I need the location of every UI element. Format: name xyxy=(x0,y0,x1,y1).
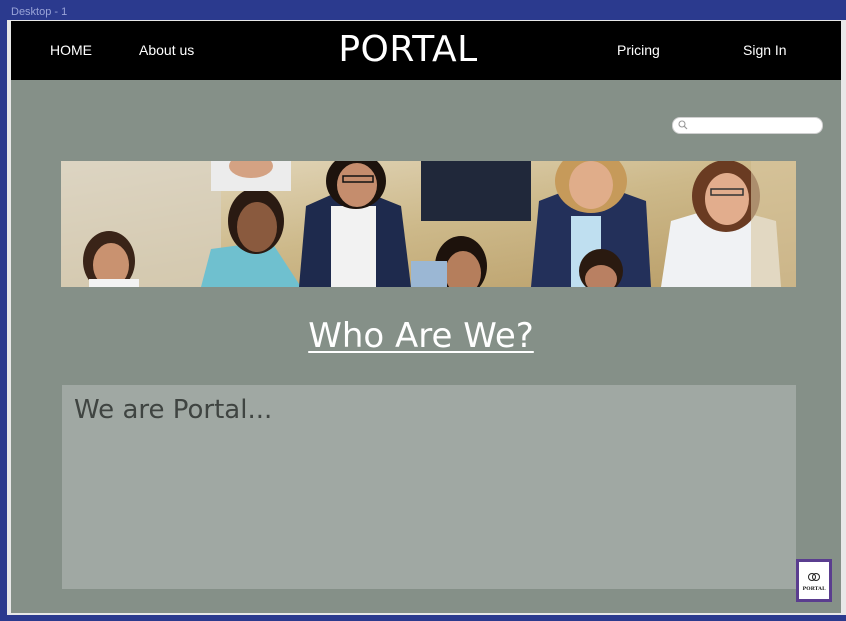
portal-logo-icon xyxy=(808,573,820,581)
brand-logo-text[interactable]: PORTAL xyxy=(311,21,505,80)
nav-home-link[interactable]: HOME xyxy=(50,21,92,80)
badge-label: PORTAL xyxy=(802,586,826,592)
search-icon xyxy=(678,120,688,130)
badge-logo: PORTAL xyxy=(799,562,829,599)
portal-page: HOME About us PORTAL Pricing Sign In Who… xyxy=(11,21,841,613)
about-body-text: We are Portal... xyxy=(74,395,273,425)
navbar: HOME About us PORTAL Pricing Sign In xyxy=(11,21,841,80)
portal-badge[interactable]: PORTAL xyxy=(796,559,832,602)
nav-about-link[interactable]: About us xyxy=(139,21,194,80)
section-heading[interactable]: Who Are We? xyxy=(11,316,831,356)
banner-image xyxy=(61,161,796,287)
students-photo xyxy=(61,161,796,287)
nav-pricing-link[interactable]: Pricing xyxy=(617,21,660,80)
nav-signin-link[interactable]: Sign In xyxy=(743,21,787,80)
artboard-desktop-1[interactable]: HOME About us PORTAL Pricing Sign In Who… xyxy=(7,20,846,615)
about-content-box: We are Portal... xyxy=(62,385,796,589)
design-canvas: Desktop - 1 HOME About us PORTAL Pricing… xyxy=(0,0,846,621)
search-input[interactable] xyxy=(672,117,823,134)
artboard-label[interactable]: Desktop - 1 xyxy=(11,5,67,19)
